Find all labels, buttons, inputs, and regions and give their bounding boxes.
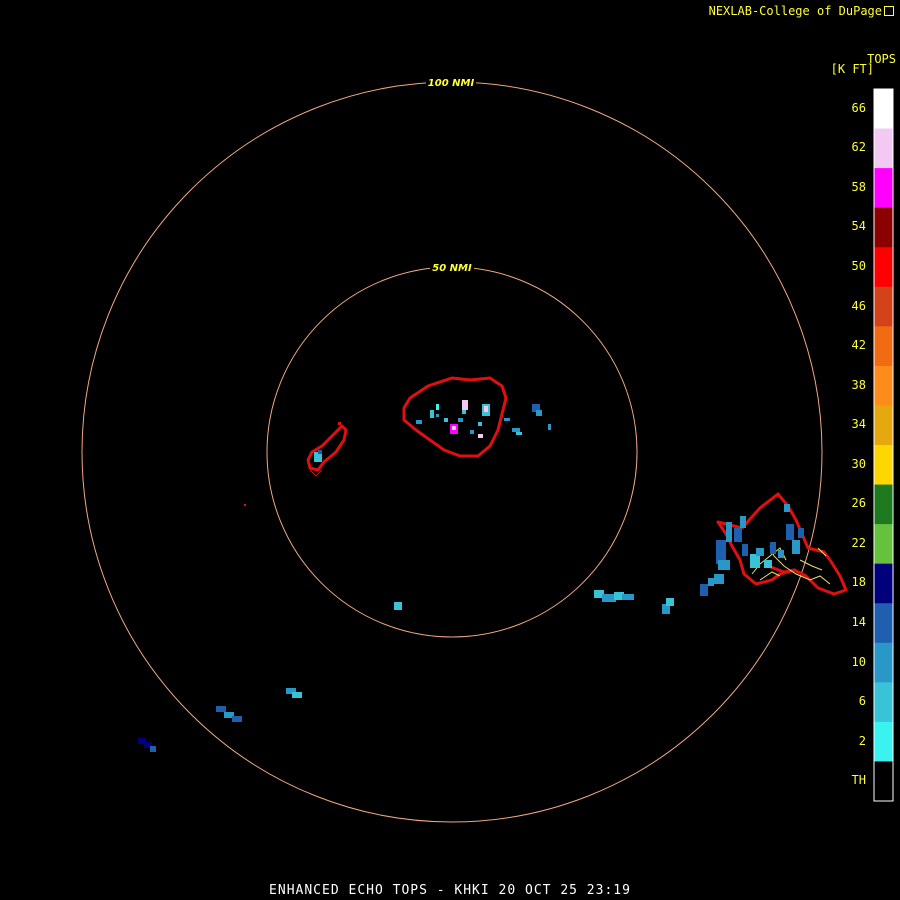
credit-text: NEXLAB-College of DuPage xyxy=(708,4,882,18)
legend-swatch xyxy=(874,365,893,406)
legend-tick-label: 50 xyxy=(851,259,866,273)
legend-swatch xyxy=(874,207,893,248)
legend-tick-label: 42 xyxy=(851,338,866,353)
legend-tick-label: 58 xyxy=(851,179,866,194)
ring-label-100nmi: 100 NMI xyxy=(428,78,475,89)
legend-swatch xyxy=(874,721,893,762)
legend-swatch xyxy=(874,484,893,525)
legend-tick-label: 6 xyxy=(858,694,866,709)
legend-tick-label: 34 xyxy=(851,417,866,432)
legend-swatch xyxy=(874,286,893,327)
legend-tick-label: 10 xyxy=(851,654,866,669)
legend-swatch xyxy=(874,405,893,446)
ring-label-50nmi: 50 NMI xyxy=(432,263,472,274)
legend-tick-label: 66 xyxy=(851,100,866,115)
legend-tick-label: 14 xyxy=(851,615,866,629)
legend-tick-label: 30 xyxy=(851,456,866,471)
legend-tick-label: 46 xyxy=(851,298,866,313)
legend-swatch xyxy=(874,326,893,367)
legend-swatch xyxy=(874,563,893,604)
nexlab-credit[interactable]: NEXLAB-College of DuPage xyxy=(709,4,894,18)
external-link-icon[interactable] xyxy=(884,6,894,16)
echo-returns-southwest xyxy=(138,602,402,752)
legend-tick-label: 18 xyxy=(851,575,866,590)
legend-tick-label: TH xyxy=(851,773,866,788)
legend-tick-label: 26 xyxy=(851,496,866,511)
legend-swatch xyxy=(874,524,893,565)
legend-swatch xyxy=(874,642,893,683)
legend-tick-label: 62 xyxy=(851,140,866,155)
legend-title-units: [K FT] xyxy=(830,62,874,76)
legend-swatch xyxy=(874,603,893,644)
legend-tick-label: 54 xyxy=(851,219,866,234)
echo-returns-southeast xyxy=(594,578,714,614)
legend-swatch xyxy=(874,761,893,802)
legend-swatch xyxy=(874,247,893,288)
legend-swatch xyxy=(874,128,893,169)
island-outline-central xyxy=(402,376,508,458)
legend-tick-label: 38 xyxy=(851,377,866,392)
legend-color-bar xyxy=(873,88,894,802)
product-caption: ENHANCED ECHO TOPS - KHKI 20 OCT 25 23:1… xyxy=(269,883,631,898)
legend-swatch xyxy=(874,445,893,486)
legend-tick-label: 22 xyxy=(851,535,866,550)
legend-swatch xyxy=(874,89,893,130)
radar-map: 100 NMI 50 NMI xyxy=(81,76,894,823)
legend-swatch xyxy=(874,168,893,209)
legend-tick-label: 2 xyxy=(858,733,866,748)
island-outline-west xyxy=(306,424,348,472)
echo-returns-central xyxy=(416,400,551,438)
legend-swatch xyxy=(874,682,893,723)
